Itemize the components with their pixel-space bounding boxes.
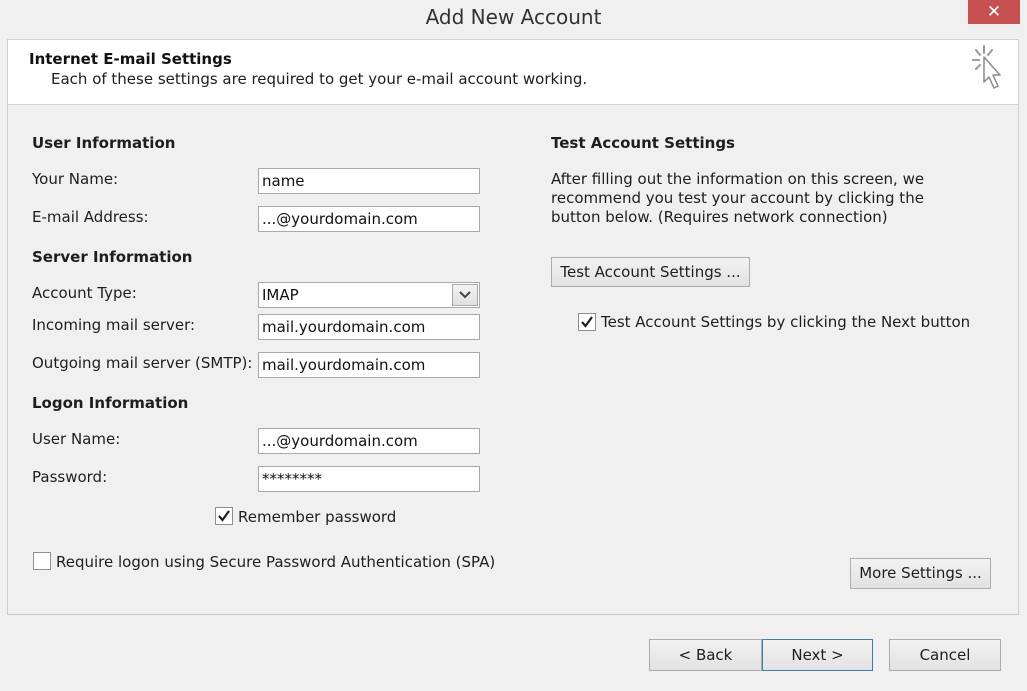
account-type-value: IMAP: [262, 286, 299, 304]
test-settings-description: After filling out the information on thi…: [551, 170, 925, 226]
back-button[interactable]: < Back: [649, 639, 762, 671]
test-account-settings-button[interactable]: Test Account Settings ...: [551, 257, 750, 287]
remember-password-label[interactable]: Remember password: [238, 508, 396, 526]
logon-info-heading: Logon Information: [32, 394, 189, 412]
test-on-next-label[interactable]: Test Account Settings by clicking the Ne…: [601, 313, 970, 331]
header-title: Internet E-mail Settings: [29, 50, 232, 68]
account-type-label: Account Type:: [32, 284, 137, 302]
server-info-heading: Server Information: [32, 248, 193, 266]
incoming-server-field[interactable]: mail.yourdomain.com: [258, 314, 480, 340]
test-settings-heading: Test Account Settings: [551, 134, 735, 152]
password-label: Password:: [32, 468, 108, 486]
spa-label[interactable]: Require logon using Secure Password Auth…: [56, 553, 495, 571]
close-button[interactable]: ✕: [968, 0, 1020, 24]
header-panel: Internet E-mail Settings Each of these s…: [7, 39, 1019, 105]
account-type-select[interactable]: IMAP: [258, 282, 480, 308]
next-button[interactable]: Next >: [762, 639, 873, 671]
more-settings-button[interactable]: More Settings ...: [850, 558, 991, 589]
your-name-field[interactable]: name: [258, 168, 480, 194]
checkmark-icon: [581, 316, 593, 328]
user-info-heading: User Information: [32, 134, 176, 152]
remember-password-checkbox[interactable]: [215, 507, 233, 525]
password-field[interactable]: ********: [258, 466, 480, 492]
close-icon: ✕: [986, 2, 1002, 22]
chevron-down-icon[interactable]: [452, 284, 478, 306]
wizard-cursor-icon: [967, 42, 1011, 96]
email-address-field[interactable]: ...@yourdomain.com: [258, 206, 480, 232]
your-name-label: Your Name:: [32, 170, 119, 188]
checkmark-icon: [218, 510, 230, 522]
window-title: Add New Account: [425, 5, 602, 29]
user-name-field[interactable]: ...@yourdomain.com: [258, 428, 480, 454]
user-name-label: User Name:: [32, 430, 121, 448]
test-on-next-checkbox[interactable]: [578, 313, 596, 331]
email-address-label: E-mail Address:: [32, 208, 149, 226]
spa-checkbox[interactable]: [33, 552, 51, 570]
header-subtitle: Each of these settings are required to g…: [51, 70, 588, 88]
incoming-server-label: Incoming mail server:: [32, 316, 196, 334]
outgoing-server-label: Outgoing mail server (SMTP):: [32, 354, 253, 372]
outgoing-server-field[interactable]: mail.yourdomain.com: [258, 352, 480, 378]
cancel-button[interactable]: Cancel: [889, 639, 1001, 671]
